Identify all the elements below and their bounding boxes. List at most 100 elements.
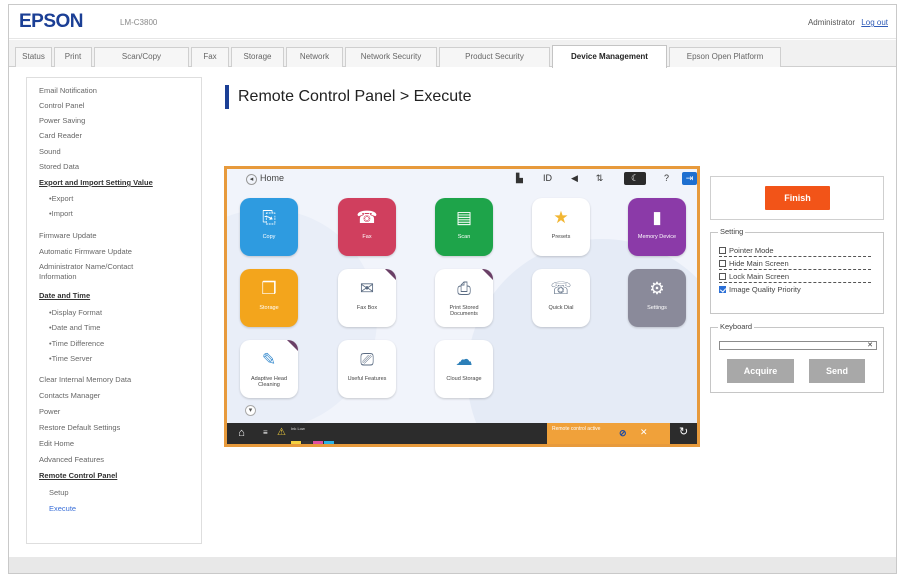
clear-input-icon[interactable]: ✕ bbox=[867, 341, 873, 349]
ink-bar-black bbox=[302, 441, 312, 444]
app-tile-settings[interactable]: ⚙ Settings bbox=[628, 269, 686, 327]
app-tile-fax-box[interactable]: ✉ Fax Box bbox=[338, 269, 396, 327]
sidebar-item-edit-home[interactable]: Edit Home bbox=[39, 439, 74, 448]
app-tile-storage[interactable]: ❒ Storage bbox=[240, 269, 298, 327]
cloud-storage-icon: ☁ bbox=[455, 350, 473, 369]
app-tile-presets[interactable]: ★ Presets bbox=[532, 198, 590, 256]
app-label: Cloud Storage bbox=[446, 376, 482, 382]
sidebar-item-display-format[interactable]: •Display Format bbox=[49, 308, 102, 317]
corner-marker bbox=[287, 340, 298, 351]
help-icon[interactable]: ? bbox=[659, 172, 674, 185]
home-back-icon[interactable]: ◂ bbox=[246, 174, 257, 185]
sidebar-item-control-panel[interactable]: Control Panel bbox=[39, 101, 84, 110]
sidebar-item-email-notification[interactable]: Email Notification bbox=[39, 86, 97, 95]
sidebar-item-clear-memory[interactable]: Clear Internal Memory Data bbox=[39, 375, 131, 384]
sidebar-item-execute[interactable]: Execute bbox=[49, 504, 76, 513]
quick-dial-icon: ☏ bbox=[550, 279, 572, 298]
sleep-mode-icon[interactable]: ☾ bbox=[624, 172, 646, 185]
warning-icon[interactable]: ⚠ bbox=[277, 427, 286, 438]
app-tile-cloud-storage[interactable]: ☁ Cloud Storage bbox=[435, 340, 493, 398]
hide-main-screen-checkbox[interactable] bbox=[719, 260, 726, 267]
option-label: Image Quality Priority bbox=[729, 285, 801, 294]
app-tile-scan[interactable]: ▤ Scan bbox=[435, 198, 493, 256]
option-label: Lock Main Screen bbox=[729, 272, 790, 281]
panel-bottom-bar: ⌂ ≡ ⚠ Ink Low Remote control active ⊘ ✕ … bbox=[227, 423, 697, 444]
sidebar-item-date-time[interactable]: •Date and Time bbox=[49, 323, 100, 332]
sidebar-item-export-import[interactable]: Export and Import Setting Value bbox=[39, 178, 153, 187]
sidebar-item-card-reader[interactable]: Card Reader bbox=[39, 131, 82, 140]
network-status-icon[interactable]: ⇅ bbox=[592, 172, 607, 185]
app-tile-copy[interactable]: ⎘ Copy bbox=[240, 198, 298, 256]
sidebar-item-stored-data[interactable]: Stored Data bbox=[39, 162, 79, 171]
sidebar-item-time-difference[interactable]: •Time Difference bbox=[49, 339, 104, 348]
logout-link[interactable]: Log out bbox=[861, 18, 888, 27]
finish-button[interactable]: Finish bbox=[765, 186, 830, 210]
sidebar-item-time-server[interactable]: •Time Server bbox=[49, 354, 92, 363]
app-label: Presets bbox=[551, 234, 571, 240]
sidebar-item-contacts-manager[interactable]: Contacts Manager bbox=[39, 391, 100, 400]
app-label: Storage bbox=[259, 305, 279, 311]
ink-status-label: Ink Low bbox=[291, 426, 305, 431]
app-tile-useful-features[interactable]: ⎚ Useful Features bbox=[338, 340, 396, 398]
tab-fax[interactable]: Fax bbox=[191, 47, 229, 67]
tab-network-security[interactable]: Network Security bbox=[345, 47, 437, 67]
header: EPSON LM-C3800 Administrator Log out bbox=[9, 5, 896, 39]
model-name: LM-C3800 bbox=[120, 18, 158, 27]
tab-status[interactable]: Status bbox=[15, 47, 52, 67]
pointer-mode-option[interactable]: Pointer Mode bbox=[719, 246, 871, 257]
tab-scan-copy[interactable]: Scan/Copy bbox=[94, 47, 189, 67]
sidebar-item-automatic-firmware-update[interactable]: Automatic Firmware Update bbox=[39, 247, 132, 256]
lock-main-screen-checkbox[interactable] bbox=[719, 273, 726, 280]
tab-network[interactable]: Network bbox=[286, 47, 343, 67]
job-status-icon[interactable]: ↻ bbox=[679, 425, 688, 438]
image-quality-priority-option[interactable]: Image Quality Priority bbox=[719, 285, 871, 296]
ink-bar-magenta bbox=[313, 441, 323, 444]
app-tile-adaptive-head-cleaning[interactable]: ✎ Adaptive Head Cleaning bbox=[240, 340, 298, 398]
tab-device-management[interactable]: Device Management bbox=[552, 45, 667, 68]
tab-product-security[interactable]: Product Security bbox=[439, 47, 550, 67]
ink-level-bars[interactable] bbox=[291, 433, 337, 444]
sidebar-item-administrator-name[interactable]: Administrator Name/Contact bbox=[39, 262, 133, 271]
tab-storage[interactable]: Storage bbox=[231, 47, 284, 67]
volume-icon[interactable]: ◀ bbox=[567, 172, 582, 185]
cancel-icon[interactable]: ✕ bbox=[640, 427, 648, 438]
sidebar-item-setup[interactable]: Setup bbox=[49, 488, 69, 497]
app-tile-memory-device[interactable]: ▮ Memory Device bbox=[628, 198, 686, 256]
sidebar-item-remote-control-panel[interactable]: Remote Control Panel bbox=[39, 471, 117, 480]
sidebar-item-sound[interactable]: Sound bbox=[39, 147, 61, 156]
app-tile-print-stored-documents[interactable]: ⎙ Print Stored Documents bbox=[435, 269, 493, 327]
sidebar-item-administrator-information[interactable]: Information bbox=[39, 272, 77, 281]
title-accent-bar bbox=[225, 85, 229, 109]
home-icon[interactable]: ⌂ bbox=[233, 426, 250, 441]
hide-main-screen-option[interactable]: Hide Main Screen bbox=[719, 259, 871, 270]
printer-status-icon[interactable]: ▙ bbox=[512, 172, 527, 185]
keyboard-input[interactable]: ✕ bbox=[719, 341, 877, 350]
login-icon[interactable]: ⇥ bbox=[682, 172, 697, 185]
send-button[interactable]: Send bbox=[809, 359, 865, 383]
acquire-button[interactable]: Acquire bbox=[727, 359, 794, 383]
image-quality-priority-checkbox[interactable] bbox=[719, 286, 726, 293]
sidebar-item-export[interactable]: •Export bbox=[49, 194, 73, 203]
tab-print[interactable]: Print bbox=[54, 47, 92, 67]
sidebar-item-advanced-features[interactable]: Advanced Features bbox=[39, 455, 104, 464]
tab-epson-open-platform[interactable]: Epson Open Platform bbox=[669, 47, 781, 67]
sidebar-item-firmware-update[interactable]: Firmware Update bbox=[39, 231, 97, 240]
sidebar-item-power[interactable]: Power bbox=[39, 407, 60, 416]
id-card-icon[interactable]: ID bbox=[540, 172, 555, 185]
job-menu-icon[interactable]: ≡ bbox=[263, 428, 268, 437]
scroll-down-icon[interactable]: ▾ bbox=[245, 405, 256, 416]
pointer-mode-checkbox[interactable] bbox=[719, 247, 726, 254]
sidebar-item-restore-defaults[interactable]: Restore Default Settings bbox=[39, 423, 120, 432]
sidebar-item-power-saving[interactable]: Power Saving bbox=[39, 116, 85, 125]
stop-icon[interactable]: ⊘ bbox=[619, 428, 627, 439]
home-indicator: ◂ Home bbox=[246, 173, 284, 185]
remote-control-panel-screen[interactable]: ◂ Home ▙ ID ◀ ⇅ ☾ ? ⇥ ⎘ Copy ☎ Fax ▤ Scan… bbox=[224, 166, 700, 447]
app-label: Print Stored Documents bbox=[449, 305, 479, 317]
storage-icon: ❒ bbox=[261, 279, 277, 298]
sidebar-item-import[interactable]: •Import bbox=[49, 209, 73, 218]
app-tile-fax[interactable]: ☎ Fax bbox=[338, 198, 396, 256]
lock-main-screen-option[interactable]: Lock Main Screen bbox=[719, 272, 871, 283]
sidebar-item-date-and-time[interactable]: Date and Time bbox=[39, 291, 90, 300]
app-label: Useful Features bbox=[347, 376, 387, 382]
app-tile-quick-dial[interactable]: ☏ Quick Dial bbox=[532, 269, 590, 327]
